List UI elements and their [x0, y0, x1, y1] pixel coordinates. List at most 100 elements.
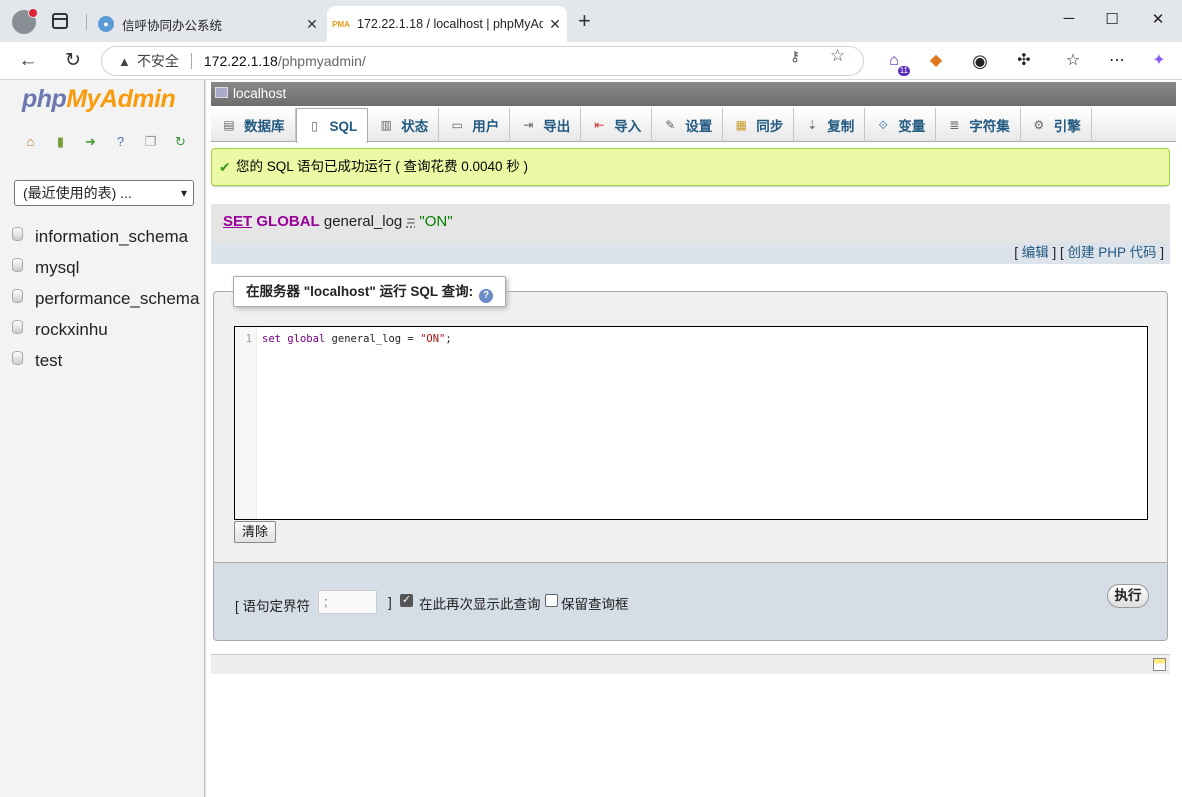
- tab-title: 信呼协同办公系统: [122, 18, 223, 33]
- retain-query-box-checkbox[interactable]: [545, 594, 558, 607]
- browser-tab-phpmyadmin[interactable]: PMA 172.22.1.18 / localhost | phpMyAd ✕: [327, 6, 567, 42]
- browser-tab-xinhu[interactable]: ● 信呼协同办公系统 ✕: [92, 6, 324, 42]
- database-item[interactable]: test: [12, 345, 199, 376]
- tab-label: 数据库: [244, 119, 285, 134]
- recent-select-value: (最近使用的表) ...: [23, 185, 132, 201]
- sql-keyword-set[interactable]: SET: [223, 213, 252, 230]
- sql-action-links: [ 编辑 ] [ 创建 PHP 代码 ]: [211, 242, 1170, 264]
- tab-label: 复制: [827, 119, 855, 134]
- profile-avatar-icon[interactable]: [12, 8, 38, 34]
- code-keyword-set: set: [262, 333, 281, 345]
- database-item[interactable]: performance_schema: [12, 283, 199, 314]
- database-item[interactable]: mysql: [12, 252, 199, 283]
- database-icon: [12, 226, 23, 241]
- sql-query-editor[interactable]: 1 set global general_log = "ON";: [234, 326, 1148, 520]
- tab-users[interactable]: ▭ 用户: [439, 108, 511, 142]
- query-options-bar: [ 语句定界符 ; ] ✓ 在此再次显示此查询 保留查询框 执行: [213, 563, 1168, 641]
- help-icon[interactable]: ?: [479, 289, 494, 303]
- database-icon: [12, 288, 23, 303]
- server-tabs: ▤ 数据库 ▯ SQL ▥ 状态 ▭ 用户 ⇥ 导出 ⇤ 导入 ✎ 设置 ▦ 同步 ⇣ 复制 ⟐ 变…: [211, 108, 1176, 143]
- database-item[interactable]: rockxinhu: [12, 314, 199, 345]
- minimize-button[interactable]: ─: [1059, 10, 1079, 27]
- back-arrow-icon[interactable]: ←: [16, 49, 40, 73]
- recent-tables-select[interactable]: (最近使用的表) ... ▾: [14, 180, 194, 206]
- url-bar[interactable]: ▲ 不安全 172.22.1.18/phpmyadmin/: [101, 46, 864, 76]
- pma-main-content: localhost ▤ 数据库 ▯ SQL ▥ 状态 ▭ 用户 ⇥ 导出 ⇤ 导入 ✎ 设置 …: [206, 80, 1182, 797]
- delimiter-input[interactable]: ;: [318, 590, 377, 614]
- close-tab-icon[interactable]: ✕: [300, 16, 324, 33]
- tab-status[interactable]: ▥ 状态: [368, 108, 440, 142]
- console-toggle-icon[interactable]: [1153, 658, 1166, 671]
- tab-variables[interactable]: ⟐ 变量: [865, 108, 937, 142]
- show-query-again-label[interactable]: 在此再次显示此查询: [419, 593, 541, 613]
- database-icon: [12, 319, 23, 334]
- extension-graduation-icon[interactable]: ⌂: [884, 51, 910, 76]
- tab-label: SQL: [329, 118, 358, 134]
- database-name[interactable]: performance_schema: [35, 289, 199, 309]
- close-tab-icon[interactable]: ✕: [543, 16, 567, 33]
- circle-extension-icon[interactable]: ◉: [970, 51, 990, 71]
- database-name[interactable]: information_schema: [35, 227, 188, 247]
- tab-label: 设置: [685, 119, 713, 134]
- database-name[interactable]: mysql: [35, 258, 79, 278]
- query-window-icon[interactable]: ➜: [82, 133, 99, 150]
- copy-icon[interactable]: ❐: [142, 133, 159, 150]
- database-item[interactable]: information_schema: [12, 221, 199, 252]
- database-name[interactable]: rockxinhu: [35, 320, 108, 340]
- tab-settings[interactable]: ✎ 设置: [652, 108, 724, 142]
- key-icon[interactable]: ⚷: [790, 48, 800, 65]
- warning-triangle-icon[interactable]: ▲: [118, 54, 131, 69]
- tab-sql[interactable]: ▯ SQL: [295, 108, 369, 143]
- new-tab-button[interactable]: +: [578, 10, 591, 32]
- tab-import[interactable]: ⇤ 导入: [581, 108, 653, 142]
- tab-label: 用户: [472, 119, 500, 134]
- sidebar-toggle-icon[interactable]: [52, 13, 68, 29]
- logout-icon[interactable]: ▮: [52, 133, 69, 150]
- insecure-label[interactable]: 不安全: [137, 51, 179, 71]
- reload-icon[interactable]: ↻: [61, 49, 85, 73]
- copilot-icon[interactable]: ✦: [1149, 51, 1169, 71]
- users-icon: ▭: [451, 118, 463, 132]
- extensions-puzzle-icon[interactable]: ✣: [1014, 51, 1034, 71]
- sql-icon: ▯: [311, 119, 318, 133]
- home-icon[interactable]: ⌂: [22, 133, 39, 150]
- database-icon: [12, 350, 23, 365]
- editor-code[interactable]: set global general_log = "ON";: [262, 333, 452, 345]
- more-menu-icon[interactable]: ⋯: [1107, 51, 1127, 71]
- tab-label: 引擎: [1053, 119, 1081, 134]
- go-button[interactable]: 执行: [1107, 584, 1149, 608]
- tab-replication[interactable]: ⇣ 复制: [794, 108, 866, 142]
- show-query-again-checkbox[interactable]: ✓: [400, 594, 413, 607]
- server-link[interactable]: localhost: [233, 86, 286, 101]
- success-message: ✔ 您的 SQL 语句已成功运行 ( 查询花费 0.0040 秒 ): [211, 148, 1170, 186]
- maximize-button[interactable]: ☐: [1102, 10, 1122, 28]
- clear-button[interactable]: 清除: [234, 521, 276, 543]
- close-window-button[interactable]: ✕: [1148, 10, 1168, 28]
- refresh-icon[interactable]: ↻: [172, 133, 189, 150]
- import-icon: ⇤: [594, 118, 605, 132]
- tab-engines[interactable]: ⚙ 引擎: [1021, 108, 1092, 142]
- tab-label: 同步: [756, 119, 784, 134]
- status-chart-icon: ▥: [380, 118, 392, 132]
- line-number-gutter: 1: [235, 327, 257, 519]
- database-name[interactable]: test: [35, 351, 62, 371]
- docs-help-icon[interactable]: ?: [112, 133, 129, 150]
- code-semicolon: ;: [445, 333, 452, 345]
- tab-export[interactable]: ⇥ 导出: [510, 108, 582, 142]
- favorites-list-icon[interactable]: ☆: [1063, 51, 1083, 71]
- wrench-icon: ✎: [665, 118, 676, 132]
- create-php-code-link[interactable]: 创建 PHP 代码: [1067, 245, 1156, 260]
- phpmyadmin-logo[interactable]: phpMyAdmin: [22, 85, 176, 114]
- tab-charsets[interactable]: ≣ 字符集: [936, 108, 1021, 142]
- retain-query-box-label[interactable]: 保留查询框: [561, 593, 629, 613]
- browser-tab-strip: ● 信呼协同办公系统 ✕ PMA 172.22.1.18 / localhost…: [0, 0, 1182, 42]
- database-icon: [12, 257, 23, 272]
- chat-bubble-icon: ●: [98, 16, 114, 32]
- edit-link[interactable]: 编辑: [1022, 245, 1049, 260]
- favorite-star-icon[interactable]: ☆: [830, 46, 845, 66]
- tab-sync[interactable]: ▦ 同步: [723, 108, 795, 142]
- code-keyword-global: global: [287, 333, 326, 345]
- tab-databases[interactable]: ▤ 数据库: [211, 108, 296, 142]
- metamask-fox-icon[interactable]: ◆: [926, 51, 946, 71]
- server-breadcrumb: localhost: [211, 82, 1176, 106]
